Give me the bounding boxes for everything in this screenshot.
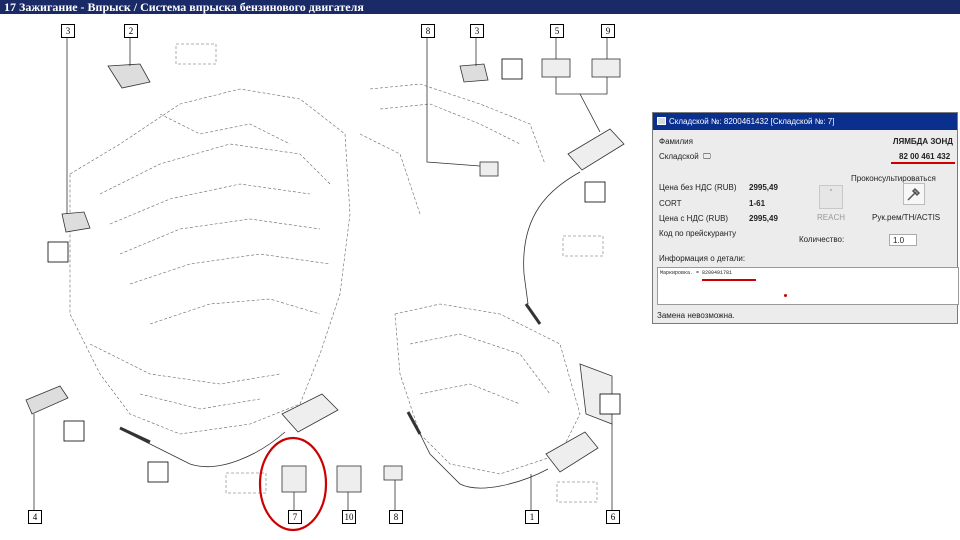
- part-info-window: Складской №: 8200461432 [Складской №: 7]…: [652, 112, 959, 324]
- callout-3-left[interactable]: 3: [61, 24, 75, 38]
- red-dot: [784, 294, 787, 297]
- reach-label: REACH: [817, 213, 846, 222]
- callout-3-right[interactable]: 3: [470, 24, 484, 38]
- callout-1[interactable]: 1: [525, 510, 539, 524]
- manual-label: Рук.рем/TH/ACTIS: [872, 213, 941, 222]
- callout-2[interactable]: 2: [124, 24, 138, 38]
- callout-8-top[interactable]: 8: [421, 24, 435, 38]
- stock-label: Складской: [659, 152, 699, 161]
- monitor-icon[interactable]: 🖵: [703, 152, 711, 162]
- callout-7[interactable]: 7: [288, 510, 302, 524]
- callout-4[interactable]: 4: [28, 510, 42, 524]
- consult-button[interactable]: [903, 183, 925, 205]
- price-no-vat-label: Цена без НДС (RUB): [659, 183, 737, 192]
- window-icon: [657, 117, 666, 125]
- part-info-textarea[interactable]: Маркировка. = 8200491781: [657, 267, 959, 305]
- part-window-title-text: Складской №: 8200461432 [Складской №: 7]: [669, 117, 835, 126]
- window-title: 17 Зажигание - Впрыск / Система впрыска …: [0, 0, 960, 14]
- status-text: Замена невозможна.: [657, 311, 735, 320]
- quantity-label: Количество:: [799, 235, 845, 244]
- callout-5[interactable]: 5: [550, 24, 564, 38]
- quantity-input[interactable]: 1.0: [889, 234, 917, 246]
- consult-label: Проконсультироваться: [851, 174, 936, 183]
- cort-label: CORT: [659, 199, 682, 208]
- reach-icon[interactable]: ●: [819, 185, 843, 209]
- callout-10[interactable]: 10: [342, 510, 356, 524]
- part-window-title: Складской №: 8200461432 [Складской №: 7]: [653, 113, 957, 130]
- price-no-vat-value: 2995,49: [749, 183, 778, 192]
- price-vat-value: 2995,49: [749, 214, 778, 223]
- callout-9[interactable]: 9: [601, 24, 615, 38]
- info-label: Информация о детали:: [659, 254, 746, 263]
- info-text-underline: [702, 279, 756, 281]
- price-vat-label: Цена с НДС (RUB): [659, 214, 729, 223]
- wrench-icon: [907, 187, 921, 201]
- info-text: Маркировка. = 8200491781: [660, 270, 733, 276]
- family-label: Фамилия: [659, 137, 693, 146]
- callout-6[interactable]: 6: [606, 510, 620, 524]
- callout-8-bottom[interactable]: 8: [389, 510, 403, 524]
- cort-value: 1-61: [749, 199, 766, 208]
- stock-value: 82 00 461 432: [899, 152, 951, 161]
- family-value: ЛЯМБДА ЗОНД: [892, 137, 953, 146]
- pricelist-code-label: Код по прейскуранту: [659, 229, 737, 238]
- stock-value-underline: [891, 162, 955, 164]
